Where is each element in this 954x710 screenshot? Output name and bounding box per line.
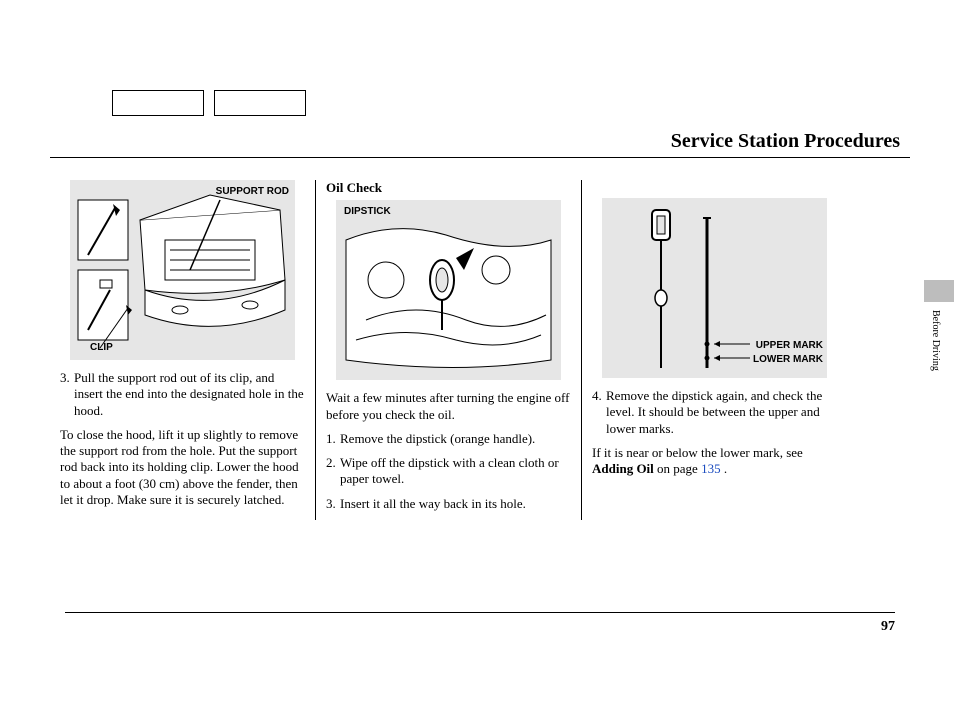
figure-label-lower-mark: LOWER MARK bbox=[753, 354, 823, 367]
column-2: Oil Check DIPSTICK Wait a few minutes af… bbox=[315, 180, 582, 520]
subheading-oil-check: Oil Check bbox=[326, 180, 571, 196]
section-tab bbox=[924, 280, 954, 302]
paragraph: Wait a few minutes after turning the eng… bbox=[326, 390, 571, 423]
figure-label-support-rod: SUPPORT ROD bbox=[216, 186, 289, 199]
page-title: Service Station Procedures bbox=[50, 130, 910, 158]
hood-diagram-icon bbox=[70, 180, 295, 360]
ref-text-a: If it is near or below the lower mark, s… bbox=[592, 445, 803, 460]
nav-button-group bbox=[112, 90, 306, 116]
step-number: 2. bbox=[326, 455, 340, 488]
column-3: UPPER MARK LOWER MARK bbox=[582, 180, 847, 520]
figure-dipstick: DIPSTICK bbox=[336, 200, 561, 380]
step-text: Pull the support rod out of its clip, an… bbox=[74, 370, 305, 419]
ref-text-b: on page bbox=[654, 461, 701, 476]
step-text: Remove the dipstick again, and check the… bbox=[606, 388, 837, 437]
figure-label-dipstick: DIPSTICK bbox=[344, 206, 391, 219]
step-text: Wipe off the dipstick with a clean cloth… bbox=[340, 455, 571, 488]
ref-bold: Adding Oil bbox=[592, 461, 654, 476]
figure-label-upper-mark: UPPER MARK bbox=[756, 340, 823, 353]
paragraph: To close the hood, lift it up slightly t… bbox=[60, 427, 305, 508]
step-text: Remove the dipstick (orange handle). bbox=[340, 431, 571, 447]
step-number: 3. bbox=[60, 370, 74, 419]
column-1: SUPPORT ROD CLIP bbox=[50, 180, 315, 520]
figure-dipstick-marks: UPPER MARK LOWER MARK bbox=[602, 198, 827, 378]
step-number: 4. bbox=[592, 388, 606, 437]
figure-label-clip: CLIP bbox=[90, 342, 113, 355]
ref-text-c: . bbox=[721, 461, 728, 476]
nav-button-1[interactable] bbox=[112, 90, 204, 116]
page-link-135[interactable]: 135 bbox=[701, 461, 721, 476]
paragraph-reference: If it is near or below the lower mark, s… bbox=[592, 445, 837, 478]
figure-support-rod: SUPPORT ROD CLIP bbox=[70, 180, 295, 360]
step-text: Insert it all the way back in its hole. bbox=[340, 496, 571, 512]
step-number: 1. bbox=[326, 431, 340, 447]
engine-dipstick-icon bbox=[336, 200, 561, 380]
nav-button-2[interactable] bbox=[214, 90, 306, 116]
page-number: 97 bbox=[65, 612, 895, 635]
step-number: 3. bbox=[326, 496, 340, 512]
section-label: Before Driving bbox=[930, 310, 941, 371]
